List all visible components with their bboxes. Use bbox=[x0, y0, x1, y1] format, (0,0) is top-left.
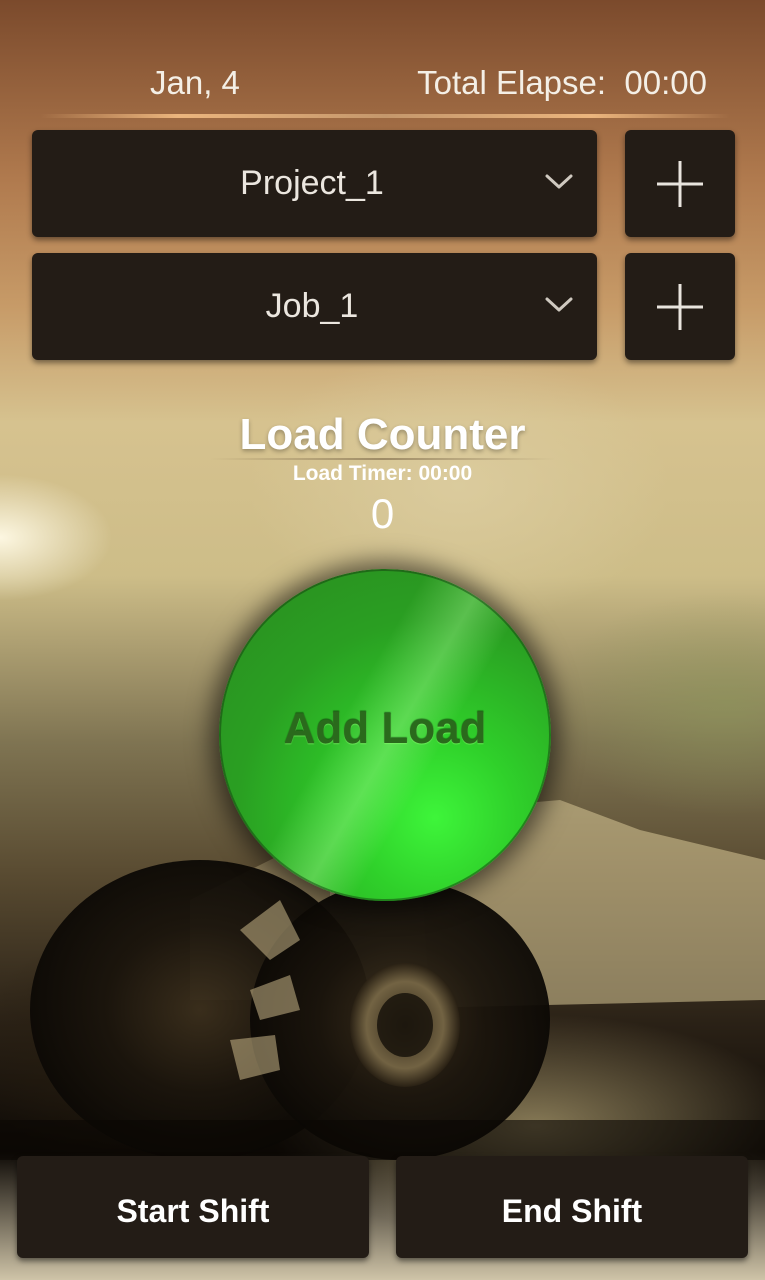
start-shift-label: Start Shift bbox=[116, 1193, 270, 1229]
project-dropdown-value: Project_1 bbox=[240, 164, 384, 202]
job-dropdown-value: Job_1 bbox=[265, 287, 359, 325]
plus-icon bbox=[657, 161, 703, 207]
add-job-button[interactable] bbox=[625, 253, 735, 360]
header-divider bbox=[40, 114, 730, 118]
load-count: 0 bbox=[370, 490, 395, 537]
plus-icon bbox=[657, 284, 703, 330]
add-load-label: Add Load bbox=[283, 704, 487, 753]
load-counter-divider bbox=[210, 458, 555, 460]
date-label: Jan, 4 bbox=[150, 64, 240, 101]
start-shift-button[interactable]: Start Shift bbox=[17, 1156, 369, 1258]
project-dropdown[interactable]: Project_1 bbox=[32, 130, 597, 237]
chevron-down-icon bbox=[545, 174, 573, 189]
total-elapse: Total Elapse: 00:00 bbox=[417, 64, 707, 102]
total-elapse-label: Total Elapse: bbox=[417, 64, 607, 101]
add-project-button[interactable] bbox=[625, 130, 735, 237]
load-timer: Load Timer: 00:00 bbox=[292, 462, 473, 485]
job-dropdown[interactable]: Job_1 bbox=[32, 253, 597, 360]
end-shift-label: End Shift bbox=[501, 1193, 643, 1229]
total-elapse-value: 00:00 bbox=[624, 64, 707, 101]
end-shift-button[interactable]: End Shift bbox=[396, 1156, 748, 1258]
chevron-down-icon bbox=[545, 297, 573, 312]
load-counter-title: Load Counter bbox=[239, 410, 526, 459]
header-bar: Jan, 4 Total Elapse: 00:00 bbox=[0, 50, 765, 120]
add-load-button[interactable]: Add Load bbox=[219, 569, 551, 901]
